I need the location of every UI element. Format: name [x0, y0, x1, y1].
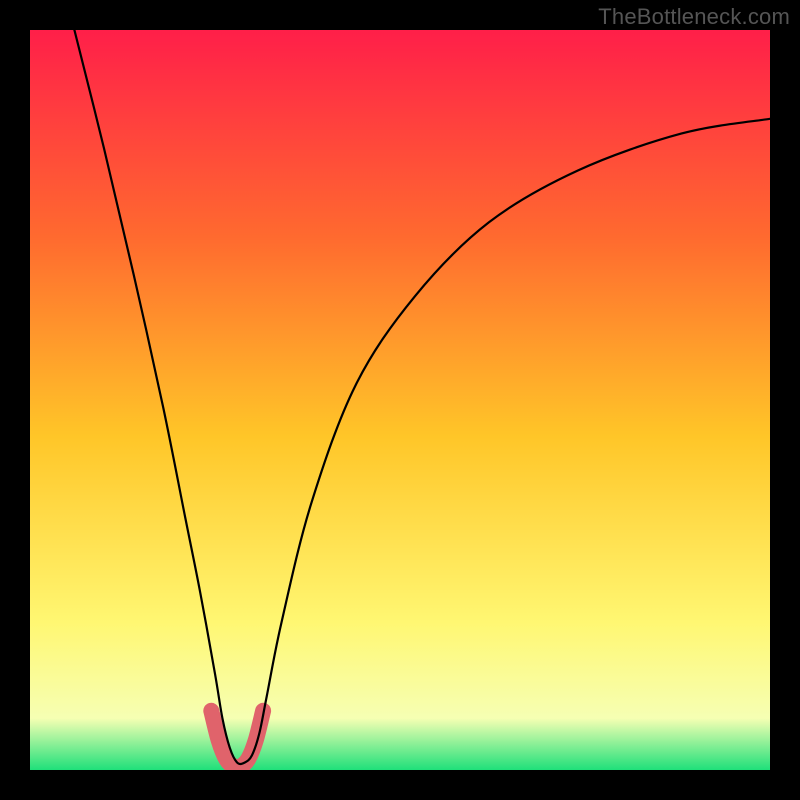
chart-canvas	[30, 30, 770, 770]
chart-svg	[30, 30, 770, 770]
outer-frame: TheBottleneck.com	[0, 0, 800, 800]
watermark-label: TheBottleneck.com	[598, 4, 790, 30]
